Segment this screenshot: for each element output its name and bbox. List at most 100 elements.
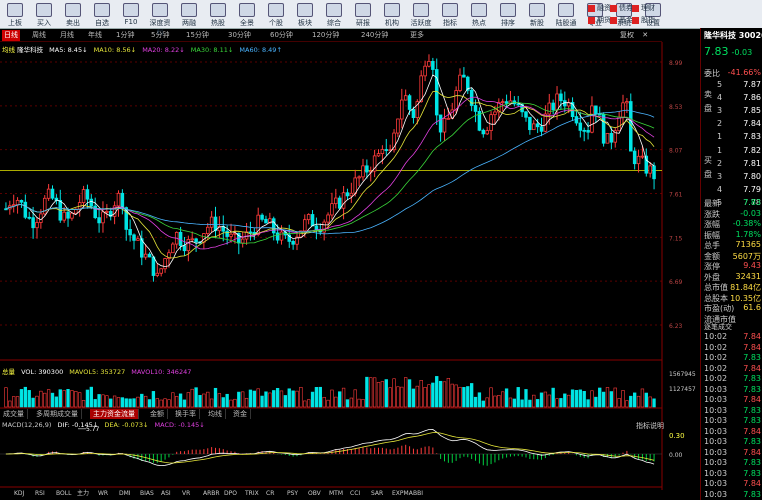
toolbar-label: 排序 — [501, 19, 515, 27]
toolbar-button[interactable]: 个股 — [263, 2, 289, 27]
bottom-tab[interactable]: WR — [98, 489, 108, 499]
volume-bar — [260, 395, 264, 408]
toolbar-link-label: 基金 — [619, 16, 633, 24]
toolbar-button[interactable]: 深度资料 — [147, 2, 173, 37]
bottom-tab[interactable]: ARBR — [203, 489, 220, 499]
toolbar-link[interactable]: 期货 — [588, 15, 611, 25]
toolbar-button[interactable]: 全景 — [234, 2, 260, 27]
toolbar-link[interactable]: 理财 — [632, 3, 655, 13]
toolbar-button[interactable]: 卖出 — [60, 2, 86, 27]
toolbar-link[interactable]: 债券 — [610, 3, 633, 13]
period-tab[interactable]: 60分钟 — [268, 30, 295, 41]
toolbar-link[interactable]: 股指 — [632, 15, 655, 25]
toolbar-button[interactable]: 热点 — [466, 2, 492, 27]
toolbar-link[interactable]: 融资 — [588, 3, 611, 13]
toolbar-button[interactable]: 机构 — [379, 2, 405, 27]
period-tab[interactable]: 年线 — [86, 30, 104, 41]
bottom-tab[interactable]: TRIX — [245, 489, 259, 499]
period-tab[interactable]: 15分钟 — [184, 30, 211, 41]
toolbar-label: 热点 — [472, 19, 486, 27]
toolbar-button[interactable]: 研报 — [350, 2, 376, 27]
toolbar-button[interactable]: 两融 — [176, 2, 202, 27]
adjust-button[interactable]: 复权 — [620, 31, 634, 39]
period-tab[interactable]: 240分钟 — [359, 30, 390, 41]
candle — [105, 204, 109, 219]
period-tab[interactable]: 1分钟 — [114, 30, 136, 41]
tick-price: 7.84 — [743, 426, 761, 436]
toolbar-button[interactable]: 自选 — [89, 2, 115, 27]
volume-bar — [295, 390, 299, 408]
bottom-tab[interactable]: RSI — [35, 489, 45, 499]
period-tab[interactable]: 120分钟 — [310, 30, 341, 41]
indicator-tab[interactable]: 主力资金流量 — [90, 409, 139, 419]
volume-bar — [155, 398, 159, 408]
bottom-tab[interactable]: MTM — [329, 489, 343, 499]
period-tab[interactable]: 周线 — [30, 30, 48, 41]
bottom-tab[interactable]: SAR — [371, 489, 383, 499]
toolbar-label: 两融 — [182, 19, 196, 27]
toolbar-link[interactable]: 基金 — [610, 15, 633, 25]
volume-bar — [574, 390, 579, 408]
vol-axis-mid: 1127457 — [669, 386, 696, 393]
toolbar-button[interactable]: 新股 — [524, 2, 550, 27]
volume-bar — [629, 395, 633, 408]
toolbar-button[interactable]: 板块 — [292, 2, 318, 27]
toolbar-button[interactable]: 上板 — [2, 2, 28, 27]
toolbar-icon — [500, 3, 516, 17]
bottom-tab[interactable]: CCI — [350, 489, 360, 499]
bottom-tab[interactable]: PSY — [287, 489, 298, 499]
volume-bar — [411, 388, 416, 408]
bottom-tab[interactable]: OBV — [308, 489, 321, 499]
bottom-tab[interactable]: ASI — [161, 489, 171, 499]
candle — [396, 118, 400, 138]
toolbar-icon — [181, 3, 197, 17]
volume-bar — [310, 391, 315, 408]
bottom-tab[interactable]: VR — [182, 489, 190, 499]
toolbar-button[interactable]: 排序 — [495, 2, 521, 27]
candle — [423, 60, 427, 82]
bottom-tab[interactable]: 主力 — [77, 489, 89, 499]
volume-bar — [217, 393, 222, 408]
bottom-tab[interactable]: BOLL — [56, 489, 71, 499]
bottom-tab[interactable]: DMI — [119, 489, 131, 499]
indicator-tab[interactable]: 成交量 — [0, 409, 28, 419]
candle — [376, 149, 381, 157]
volume-bar — [400, 386, 404, 408]
stat-label: 总手 — [704, 241, 720, 250]
bottom-tab[interactable]: BIAS — [140, 489, 154, 499]
candle — [140, 230, 144, 266]
indicator-tab[interactable]: 资金 — [230, 409, 251, 419]
toolbar-button[interactable]: 陆股通 — [553, 2, 579, 27]
candle — [42, 195, 47, 216]
volume-bar — [66, 389, 70, 408]
period-tab[interactable]: 5分钟 — [149, 30, 171, 41]
toolbar-button[interactable]: 指标 — [437, 2, 463, 27]
toolbar-button[interactable]: F10 — [118, 2, 144, 26]
period-tab[interactable]: 更多 — [408, 30, 426, 41]
bottom-tab[interactable]: BBI — [413, 489, 423, 499]
volume-bar — [291, 390, 295, 408]
toolbar-button[interactable]: 活跃度 — [408, 2, 434, 27]
period-tab[interactable]: 月线 — [58, 30, 76, 41]
bottom-tab[interactable]: EXPMA — [392, 489, 413, 499]
period-tab[interactable]: 30分钟 — [226, 30, 253, 41]
toolbar-button[interactable]: 综合 — [321, 2, 347, 27]
indicator-tab[interactable]: 均线 — [205, 409, 226, 419]
indicator-tab[interactable]: 多周期成交量 — [33, 409, 82, 419]
toolbar-button[interactable]: 买入 — [31, 2, 57, 27]
bottom-tab[interactable]: KDJ — [14, 489, 24, 499]
indicator-tab[interactable]: 换手率 — [172, 409, 200, 419]
sell-level-index: 3 — [717, 106, 723, 115]
indicator-help-link[interactable]: 指标说明 — [636, 421, 664, 431]
bottom-tab[interactable]: CR — [266, 489, 274, 499]
volume-bar — [167, 399, 171, 408]
stat-value: -0.38% — [732, 219, 761, 228]
square-icon — [632, 4, 639, 12]
close-icon[interactable]: ✕ — [642, 31, 648, 39]
bottom-tab[interactable]: DPO — [224, 489, 237, 499]
toolbar-button[interactable]: 热股 — [205, 2, 231, 27]
toolbar-icon — [239, 3, 255, 17]
indicator-tab[interactable]: 金额 — [147, 409, 168, 419]
period-tab[interactable]: 日线 — [2, 30, 20, 41]
stat-value: 9.43 — [743, 261, 761, 270]
